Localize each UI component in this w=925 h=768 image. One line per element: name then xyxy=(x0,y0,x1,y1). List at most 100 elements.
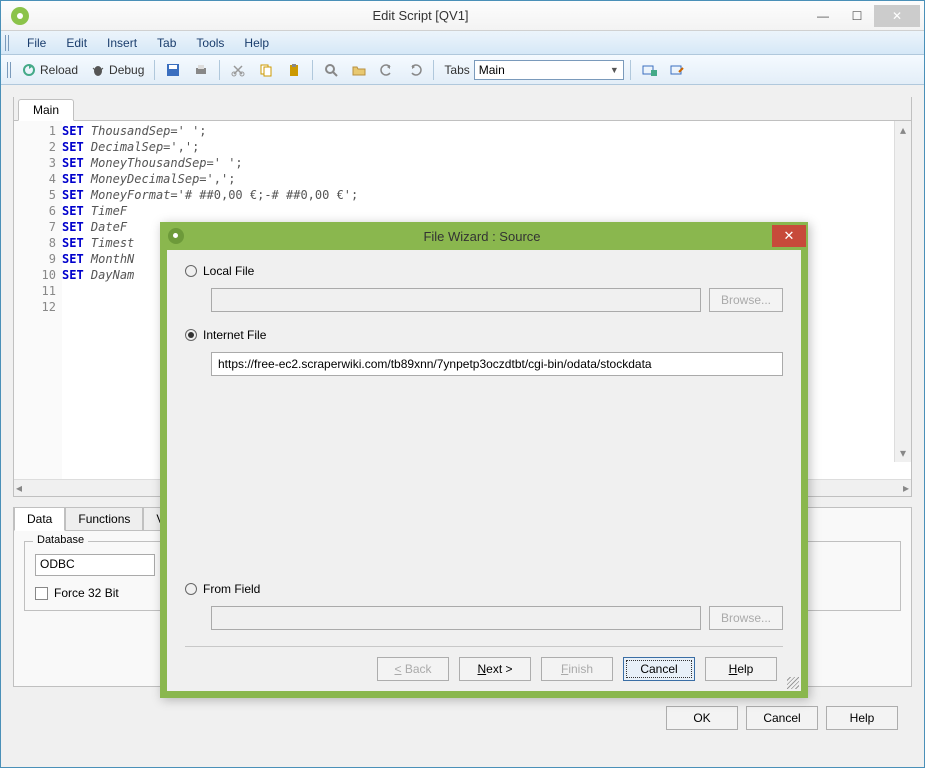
local-file-label: Local File xyxy=(203,264,254,278)
arrow-down-icon: ▾ xyxy=(900,446,906,460)
debug-button[interactable]: Debug xyxy=(86,60,148,80)
dialog-help-button[interactable]: Help xyxy=(705,657,777,681)
dialog-close-button[interactable]: ✕ xyxy=(772,225,806,247)
menu-tools[interactable]: Tools xyxy=(186,32,234,54)
search-button[interactable] xyxy=(319,60,343,80)
checkbox-icon[interactable] xyxy=(35,587,48,600)
menu-help[interactable]: Help xyxy=(234,32,279,54)
toolbar-separator xyxy=(433,60,434,80)
footer: OK Cancel Help xyxy=(13,697,912,739)
radio-local-file[interactable]: Local File xyxy=(185,264,783,278)
menu-file[interactable]: File xyxy=(17,32,56,54)
reload-icon xyxy=(21,62,37,78)
redo-button[interactable] xyxy=(403,60,427,80)
copy-icon xyxy=(258,62,274,78)
local-browse-button: Browse... xyxy=(709,288,783,312)
database-legend: Database xyxy=(33,534,88,546)
undo-icon xyxy=(379,62,395,78)
resize-grip-icon[interactable] xyxy=(787,677,799,689)
toolbar-separator xyxy=(154,60,155,80)
menu-edit[interactable]: Edit xyxy=(56,32,97,54)
toolbar-grip xyxy=(7,62,13,78)
dialog-titlebar: File Wizard : Source ✕ xyxy=(160,222,808,250)
reload-button[interactable]: Reload xyxy=(17,60,82,80)
tabs-dropdown[interactable]: Main ▼ xyxy=(474,60,624,80)
tab-add-icon xyxy=(641,62,657,78)
toolbar-separator xyxy=(630,60,631,80)
menubar: File Edit Insert Tab Tools Help xyxy=(1,31,924,55)
dialog-cancel-button[interactable]: Cancel xyxy=(623,657,695,681)
app-icon xyxy=(11,7,29,25)
dialog-app-icon xyxy=(168,228,184,244)
menu-insert[interactable]: Insert xyxy=(97,32,147,54)
tab-settings-icon xyxy=(669,62,685,78)
menu-tab[interactable]: Tab xyxy=(147,32,186,54)
chevron-down-icon: ▼ xyxy=(610,65,619,75)
radio-from-field[interactable]: From Field xyxy=(185,582,783,596)
menubar-grip xyxy=(5,35,11,51)
cut-button[interactable] xyxy=(226,60,250,80)
cut-icon xyxy=(230,62,246,78)
arrow-left-icon: ◂ xyxy=(16,481,22,495)
vertical-scrollbar[interactable]: ▴▾ xyxy=(894,121,911,462)
tab-main[interactable]: Main xyxy=(18,99,74,121)
from-field-label: From Field xyxy=(203,582,260,596)
tab-functions[interactable]: Functions xyxy=(65,507,143,531)
radio-icon[interactable] xyxy=(185,329,197,341)
tab-main-label: Main xyxy=(33,103,59,117)
from-field-browse-button: Browse... xyxy=(709,606,783,630)
database-value: ODBC xyxy=(40,557,75,571)
from-field-input xyxy=(211,606,701,630)
open-folder-button[interactable] xyxy=(347,60,371,80)
paste-icon xyxy=(286,62,302,78)
help-button[interactable]: Help xyxy=(826,706,898,730)
finish-button: Finish xyxy=(541,657,613,681)
force32-label: Force 32 Bit xyxy=(54,586,119,600)
window-title: Edit Script [QV1] xyxy=(35,8,806,23)
file-wizard-dialog: File Wizard : Source ✕ Local File Browse… xyxy=(160,222,808,698)
toolbar-separator xyxy=(219,60,220,80)
search-icon xyxy=(323,62,339,78)
line-numbers: 123456789101112 xyxy=(34,121,62,479)
minimize-button[interactable]: — xyxy=(806,5,840,27)
save-icon xyxy=(165,62,181,78)
internet-file-label: Internet File xyxy=(203,328,266,342)
tabs-value: Main xyxy=(479,63,505,77)
debug-label: Debug xyxy=(109,63,144,77)
dialog-body: Local File Browse... Internet File From … xyxy=(167,250,801,691)
editor-tabs: Main xyxy=(14,97,911,121)
toolbar-separator xyxy=(312,60,313,80)
titlebar: Edit Script [QV1] — ☐ ✕ xyxy=(1,1,924,31)
dialog-footer: < Back Next > Finish Cancel Help xyxy=(185,646,783,687)
save-button[interactable] xyxy=(161,60,185,80)
radio-icon[interactable] xyxy=(185,583,197,595)
maximize-button[interactable]: ☐ xyxy=(840,5,874,27)
radio-internet-file[interactable]: Internet File xyxy=(185,328,783,342)
local-file-path-input xyxy=(211,288,701,312)
undo-button[interactable] xyxy=(375,60,399,80)
tabs-label: Tabs xyxy=(444,63,469,77)
bug-icon xyxy=(90,62,106,78)
database-dropdown[interactable]: ODBC xyxy=(35,554,155,576)
tab-data[interactable]: Data xyxy=(14,507,65,531)
redo-icon xyxy=(407,62,423,78)
ok-button[interactable]: OK xyxy=(666,706,738,730)
tab-add-button[interactable] xyxy=(637,60,661,80)
arrow-up-icon: ▴ xyxy=(900,123,906,137)
folder-icon xyxy=(351,62,367,78)
print-icon xyxy=(193,62,209,78)
close-button[interactable]: ✕ xyxy=(874,5,920,27)
radio-icon[interactable] xyxy=(185,265,197,277)
tab-data-label: Data xyxy=(27,512,52,526)
dialog-title: File Wizard : Source xyxy=(192,229,772,244)
back-button: < Back xyxy=(377,657,449,681)
copy-button[interactable] xyxy=(254,60,278,80)
cancel-button[interactable]: Cancel xyxy=(746,706,818,730)
tab-settings-button[interactable] xyxy=(665,60,689,80)
paste-button[interactable] xyxy=(282,60,306,80)
print-button[interactable] xyxy=(189,60,213,80)
reload-label: Reload xyxy=(40,63,78,77)
next-button[interactable]: Next > xyxy=(459,657,531,681)
internet-url-input[interactable] xyxy=(211,352,783,376)
tab-functions-label: Functions xyxy=(78,512,130,526)
